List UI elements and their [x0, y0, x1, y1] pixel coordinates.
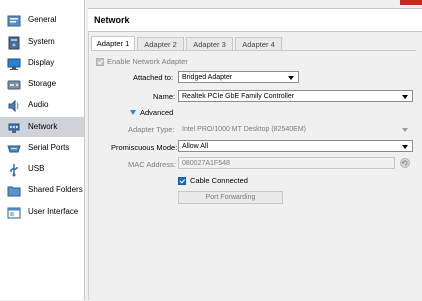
sidebar-item-label: System — [28, 37, 55, 46]
sidebar-item-system[interactable]: System — [0, 32, 84, 52]
sidebar-item-label: Audio — [28, 100, 49, 109]
tab-adapter-2[interactable]: Adapter 2 — [137, 37, 184, 51]
tab-adapter-1[interactable]: Adapter 1 — [91, 36, 135, 51]
adapter-name-select[interactable]: Realtek PCIe GbE Family Controller — [178, 90, 413, 102]
attached-to-select[interactable]: Bridged Adapter — [178, 71, 299, 83]
refresh-mac-icon[interactable] — [400, 158, 410, 168]
user-interface-icon — [6, 205, 21, 220]
sidebar-item-label: USB — [28, 164, 45, 173]
sidebar-item-display[interactable]: Display — [0, 53, 84, 73]
sidebar-item-network[interactable]: Network — [0, 117, 84, 137]
mac-address-label: MAC Address: — [128, 160, 176, 169]
adapter-name-value: Realtek PCIe GbE Family Controller — [182, 93, 295, 100]
enable-adapter-checkbox[interactable] — [96, 58, 104, 66]
sidebar-item-general[interactable]: General — [0, 10, 84, 30]
shared-folders-icon — [6, 183, 21, 198]
chevron-down-icon — [288, 76, 294, 80]
attached-to-value: Bridged Adapter — [182, 74, 233, 81]
settings-sidebar: General System Display Storage Audio Net… — [0, 0, 85, 300]
storage-icon — [6, 77, 21, 92]
network-icon — [6, 120, 21, 135]
page-header: Network — [88, 8, 422, 32]
tab-adapter-3[interactable]: Adapter 3 — [186, 37, 233, 51]
sidebar-item-label: Serial Ports — [28, 143, 70, 152]
advanced-toggle[interactable]: Advanced — [140, 108, 173, 117]
general-icon — [6, 13, 21, 28]
adapter-type-value: Intel PRO/1000 MT Desktop (82540EM) — [182, 126, 306, 133]
attached-to-label: Attached to: — [133, 73, 174, 82]
adapter-panel — [91, 50, 416, 301]
usb-icon — [6, 162, 21, 177]
sidebar-item-audio[interactable]: Audio — [0, 95, 84, 115]
adapter-type-select[interactable]: Intel PRO/1000 MT Desktop (82540EM) — [178, 123, 413, 135]
sidebar-item-label: Display — [28, 58, 55, 67]
sidebar-item-label: Shared Folders — [28, 185, 83, 194]
sidebar-item-label: Storage — [28, 79, 57, 88]
cable-connected-checkbox[interactable] — [178, 177, 186, 185]
close-button[interactable] — [400, 0, 422, 5]
sidebar-item-shared-folders[interactable]: Shared Folders — [0, 180, 84, 200]
name-label: Name: — [153, 92, 176, 101]
enable-adapter-label: Enable Network Adapter — [107, 57, 188, 66]
chevron-down-icon — [402, 128, 408, 132]
sidebar-item-label: User Interface — [28, 207, 79, 216]
cable-connected-label: Cable Connected — [190, 176, 248, 185]
chevron-down-icon — [402, 95, 408, 99]
display-icon — [6, 56, 21, 71]
sidebar-item-user-interface[interactable]: User Interface — [0, 202, 84, 222]
audio-icon — [6, 98, 21, 113]
promiscuous-mode-value: Allow All — [182, 143, 209, 150]
adapter-type-label: Adapter Type: — [128, 125, 175, 134]
system-icon — [6, 35, 21, 50]
tab-adapter-4[interactable]: Adapter 4 — [235, 37, 282, 51]
sidebar-item-serial-ports[interactable]: Serial Ports — [0, 138, 84, 158]
port-forwarding-button[interactable]: Port Forwarding — [178, 191, 283, 204]
sidebar-item-label: Network — [28, 122, 58, 131]
promiscuous-mode-select[interactable]: Allow All — [178, 140, 413, 152]
page-title: Network — [94, 15, 130, 25]
promiscuous-mode-label: Promiscuous Mode: — [111, 143, 178, 152]
sidebar-item-label: General — [28, 15, 57, 24]
mac-address-field[interactable]: 080027A1F548 — [178, 157, 395, 169]
sidebar-item-usb[interactable]: USB — [0, 159, 84, 179]
chevron-down-icon — [402, 145, 408, 149]
sidebar-item-storage[interactable]: Storage — [0, 74, 84, 94]
expand-triangle-icon[interactable] — [130, 110, 136, 115]
serial-ports-icon — [6, 141, 21, 156]
